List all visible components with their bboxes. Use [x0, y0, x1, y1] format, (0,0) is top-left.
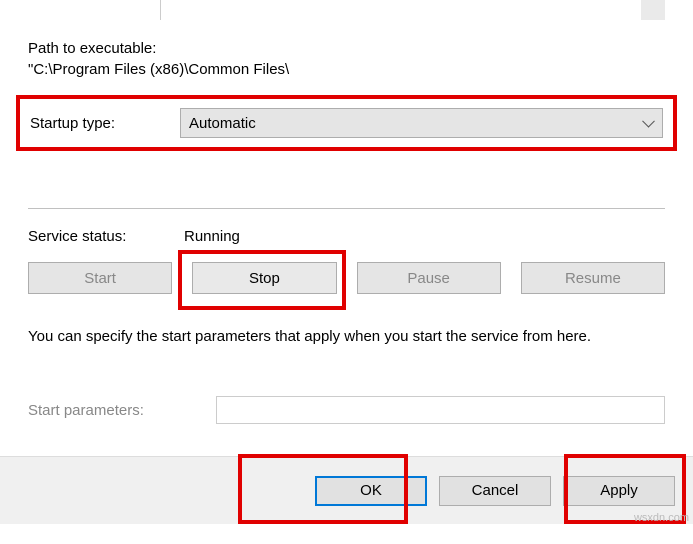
- pause-button: Pause: [357, 262, 501, 294]
- resume-button: Resume: [521, 262, 665, 294]
- start-parameters-label: Start parameters:: [28, 402, 216, 419]
- start-parameters-row: Start parameters:: [28, 396, 665, 424]
- startup-type-highlight: Startup type: Automatic: [16, 95, 677, 151]
- apply-button[interactable]: Apply: [563, 476, 675, 506]
- ok-button[interactable]: OK: [315, 476, 427, 506]
- start-parameters-input: [216, 396, 665, 424]
- top-corner-block: [641, 0, 665, 20]
- startup-type-label: Startup type:: [30, 115, 180, 132]
- startup-type-select[interactable]: Automatic: [180, 108, 663, 138]
- top-divider: [160, 0, 161, 20]
- stop-button[interactable]: Stop: [192, 262, 336, 294]
- service-status-row: Service status: Running: [28, 228, 240, 245]
- service-status-label: Service status:: [28, 228, 184, 245]
- start-button: Start: [28, 262, 172, 294]
- service-buttons-row: Start Stop Pause Resume: [28, 262, 665, 294]
- service-status-value: Running: [184, 228, 240, 245]
- watermark: wsxdn.com: [634, 512, 689, 524]
- dialog-footer: OK Cancel Apply: [0, 456, 693, 524]
- section-divider: [28, 208, 665, 209]
- startup-type-select-wrap: Automatic: [180, 108, 663, 138]
- path-label: Path to executable:: [28, 40, 665, 57]
- path-section: Path to executable: "C:\Program Files (x…: [28, 40, 665, 78]
- specify-text: You can specify the start parameters tha…: [28, 326, 665, 347]
- service-properties-panel: Path to executable: "C:\Program Files (x…: [0, 0, 693, 456]
- cancel-button[interactable]: Cancel: [439, 476, 551, 506]
- path-value: "C:\Program Files (x86)\Common Files\: [28, 61, 665, 78]
